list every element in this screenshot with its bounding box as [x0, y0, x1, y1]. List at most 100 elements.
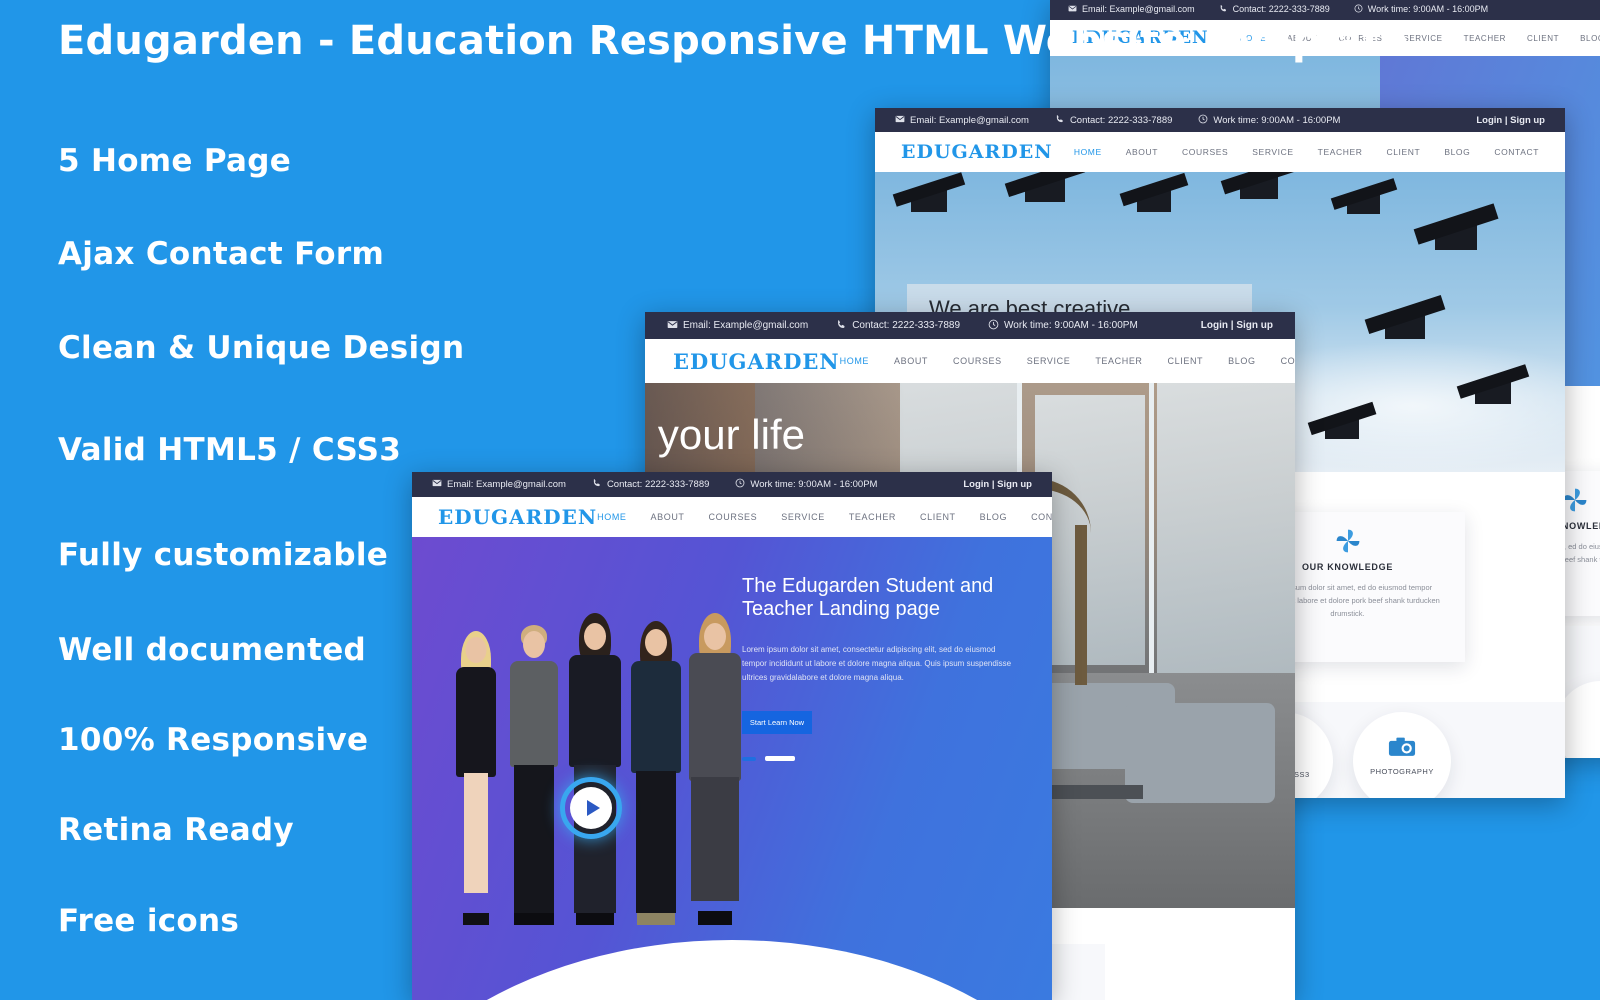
brand-logo[interactable]: EDUGARDEN: [901, 141, 1053, 163]
nav-link-home[interactable]: HOME: [840, 356, 869, 366]
play-button-icon[interactable]: [560, 777, 622, 839]
skill-badge-2[interactable]: PHOTOGRAPHY: [1353, 712, 1451, 798]
topbar-phone: Contact: 2222-333-7889: [1055, 114, 1172, 127]
carousel-dots[interactable]: [742, 756, 1024, 761]
hero-bottom-curve: [412, 940, 1052, 1000]
topbar-worktime: Work time: 9:00AM - 16:00PM: [988, 319, 1138, 333]
navbar-middle: EDUGARDEN HOME ABOUT COURSES SERVICE TEA…: [645, 339, 1295, 383]
topbar-login-signup[interactable]: Login | Sign up: [1201, 320, 1273, 331]
phone-icon: [1055, 114, 1065, 127]
team-member: [508, 615, 560, 925]
nav-link-client[interactable]: CLIENT: [1386, 147, 1420, 157]
carousel-dot-2[interactable]: [765, 756, 795, 761]
nav-link-courses[interactable]: COURSES: [709, 512, 758, 522]
phone-icon: [592, 478, 602, 491]
feature-item-7: 100% Responsive: [58, 722, 369, 758]
clock-icon: [988, 319, 999, 333]
topbar-phone: Contact: 2222-333-7889: [836, 319, 960, 333]
team-member: [630, 613, 682, 925]
topbar-email: Email: Example@gmail.com: [895, 114, 1029, 127]
nav-link-contact[interactable]: CONTACT: [1031, 512, 1052, 522]
team-photo: [442, 595, 741, 925]
envelope-icon: [1068, 4, 1077, 15]
topbar-email: Email: Example@gmail.com: [1068, 4, 1195, 15]
team-member: [688, 609, 742, 925]
topbar-worktime-text: Work time: 9:00AM - 16:00PM: [1367, 4, 1489, 14]
topbar-phone: Contact: 2222-333-7889: [1219, 4, 1330, 15]
topbar-phone-text: Contact: 2222-333-7889: [606, 479, 710, 490]
phone-icon: [1219, 4, 1228, 15]
nav-link-contact[interactable]: CONTACT: [1494, 147, 1539, 157]
carousel-dot-1[interactable]: [742, 756, 756, 761]
envelope-icon: [895, 114, 905, 127]
skill-badge-2-label: PHOTOGRAPHY: [1370, 767, 1434, 776]
navbar-front: EDUGARDEN HOME ABOUT COURSES SERVICE TEA…: [412, 497, 1052, 537]
nav-link-client[interactable]: CLIENT: [1168, 356, 1204, 366]
feature-item-3: Clean & Unique Design: [58, 330, 465, 366]
nav-link-client[interactable]: CLIENT: [1527, 34, 1559, 43]
brand-logo[interactable]: EDUGARDEN: [673, 349, 840, 374]
feature-item-4: Valid HTML5 / CSS3: [58, 432, 402, 468]
topbar-email: Email: Example@gmail.com: [667, 319, 808, 333]
topbar-email-text: Email: Example@gmail.com: [910, 114, 1029, 126]
nav-link-blog[interactable]: BLOG: [980, 512, 1007, 522]
feature-item-1: 5 Home Page: [58, 143, 292, 179]
nav-link-teacher[interactable]: TEACHER: [849, 512, 896, 522]
topbar-email-text: Email: Example@gmail.com: [683, 320, 809, 331]
nav-link-blog[interactable]: BLOG: [1228, 356, 1255, 366]
hero-front-copy: The Edugarden Student and Teacher Landin…: [742, 575, 1024, 761]
topbar-back: Email: Example@gmail.com Contact: 2222-3…: [1050, 0, 1600, 20]
hero-front-paragraph: Lorem ipsum dolor sit amet, consectetur …: [742, 645, 1012, 682]
navbar-caps: EDUGARDEN HOME ABOUT COURSES SERVICE TEA…: [875, 132, 1565, 172]
topbar-phone: Contact: 2222-333-7889: [592, 478, 709, 491]
topbar-middle: Email: Example@gmail.com Contact: 2222-3…: [645, 312, 1295, 339]
nav-link-contact[interactable]: CONTACT: [1281, 356, 1295, 366]
nav-link-service[interactable]: SERVICE: [1252, 147, 1293, 157]
nav-link-client[interactable]: CLIENT: [920, 512, 956, 522]
nav-link-home[interactable]: HOME: [597, 512, 626, 522]
screenshot-canvas: Email: Example@gmail.com Contact: 2222-3…: [0, 0, 1600, 1000]
topbar-caps: Email: Example@gmail.com Contact: 2222-3…: [875, 108, 1565, 132]
nav-link-blog[interactable]: BLOG: [1580, 34, 1600, 43]
page-title: Edugarden - Education Responsive HTML We…: [58, 18, 1409, 64]
promo-panel: Edugarden - Education Responsive HTML We…: [0, 0, 1408, 1000]
browser-mockup-front[interactable]: Email: Example@gmail.com Contact: 2222-3…: [412, 472, 1052, 1000]
hero-front-title-2: Teacher Landing page: [742, 598, 940, 620]
topbar-login-signup[interactable]: Login | Sign up: [1476, 115, 1545, 126]
pinwheel-icon: [1562, 487, 1588, 513]
camera-icon: [1353, 736, 1451, 762]
team-member: [568, 607, 622, 925]
hero-front: The Edugarden Student and Teacher Landin…: [412, 537, 1052, 1000]
nav-link-about[interactable]: ABOUT: [651, 512, 685, 522]
nav-link-about[interactable]: ABOUT: [1126, 147, 1158, 157]
nav-link-courses[interactable]: COURSES: [953, 356, 1002, 366]
nav-link-courses[interactable]: COURSES: [1182, 147, 1228, 157]
nav-link-blog[interactable]: BLOG: [1444, 147, 1470, 157]
nav-link-about[interactable]: ABOUT: [894, 356, 928, 366]
topbar-worktime: Work time: 9:00AM - 16:00PM: [735, 478, 877, 491]
nav-link-teacher[interactable]: TEACHER: [1318, 147, 1363, 157]
clock-icon: [735, 478, 745, 491]
feature-item-9: Free icons: [58, 903, 240, 939]
topbar-login-signup[interactable]: Login | Sign up: [963, 479, 1032, 490]
hero-front-title-1: The Edugarden Student and: [742, 575, 994, 597]
nav-link-teacher[interactable]: TEACHER: [1095, 356, 1142, 366]
topbar-phone-text: Contact: 2222-333-7889: [852, 320, 961, 331]
start-learn-now-button[interactable]: Start Learn Now: [742, 711, 812, 734]
nav-link-teacher[interactable]: TEACHER: [1464, 34, 1506, 43]
nav-link-service[interactable]: SERVICE: [781, 512, 825, 522]
phone-icon: [836, 319, 847, 333]
clock-icon: [1354, 4, 1363, 15]
pinwheel-icon: [1335, 528, 1361, 554]
clock-icon: [1198, 114, 1208, 127]
topbar-worktime: Work time: 9:00AM - 16:00PM: [1198, 114, 1340, 127]
feature-item-6: Well documented: [58, 632, 367, 668]
feature-item-5: Fully customizable: [58, 537, 389, 573]
feature-item-2: Ajax Contact Form: [58, 236, 385, 272]
topbar-worktime: Work time: 9:00AM - 16:00PM: [1354, 4, 1488, 15]
nav-link-service[interactable]: SERVICE: [1027, 356, 1071, 366]
nav-link-home[interactable]: HOME: [1074, 147, 1102, 157]
topbar-worktime-text: Work time: 9:00AM - 16:00PM: [750, 479, 878, 490]
nav-link-service[interactable]: SERVICE: [1403, 34, 1442, 43]
envelope-icon: [667, 319, 678, 333]
